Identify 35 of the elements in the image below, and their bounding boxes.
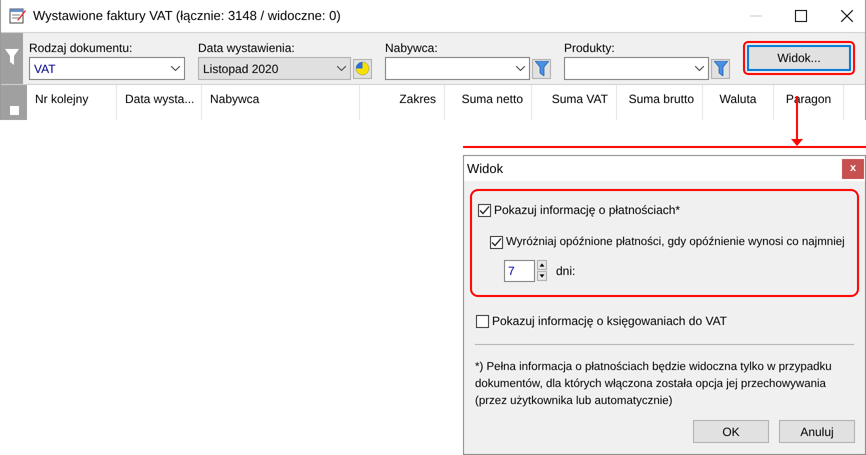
cancel-button[interactable]: Anuluj <box>779 420 855 443</box>
checkbox-label[interactable]: Wyróżniaj opóźnione płatności, gdy opóźnienie wynosi co najmniej <box>506 234 845 252</box>
filter-label: Produkty: <box>564 41 616 55</box>
window-title: Wystawione faktury VAT (łącznie: 3148 / widoczne: 0) <box>33 7 341 26</box>
close-button[interactable]: x <box>842 158 864 178</box>
footnote-text: *) Pełna informacja o płatnościach będzie widoczna tylko w przypadku dokumentów, dla których włączona została opcja jej przechowywania (przez użytkownika lub automatycznie) <box>475 360 833 409</box>
days-label: dni: <box>556 263 576 280</box>
dropdown[interactable]: VAT <box>29 57 185 80</box>
checkbox[interactable] <box>490 236 503 250</box>
filter-label: Rodzaj dokumentu: <box>29 41 134 55</box>
filter-label: Nabywca: <box>385 41 439 55</box>
checkbox[interactable] <box>478 204 491 216</box>
ok-button[interactable]: OK <box>693 420 769 443</box>
view-button[interactable]: Widok... <box>747 45 851 71</box>
maximize-icon[interactable] <box>795 10 807 22</box>
pie-chart-button[interactable] <box>353 58 372 78</box>
caret-icon[interactable] <box>171 66 180 71</box>
days-input[interactable]: 7 <box>504 260 535 282</box>
caret-icon[interactable] <box>516 66 525 71</box>
filter-strip[interactable] <box>1 33 23 84</box>
spinner-arrows[interactable] <box>537 260 547 282</box>
dropdown[interactable] <box>564 57 709 80</box>
checkbox[interactable] <box>476 314 489 328</box>
filter-icon <box>5 49 19 65</box>
close-icon[interactable] <box>841 10 853 22</box>
filter-button[interactable] <box>711 58 730 78</box>
notepad-icon <box>9 7 27 25</box>
caret-icon[interactable] <box>695 66 704 71</box>
checkbox-label[interactable]: Pokazuj informację o płatnościach* <box>494 201 680 219</box>
select-all-checkbox[interactable] <box>10 106 18 115</box>
checkbox-label[interactable]: Pokazuj informację o księgowaniach do VAT <box>492 312 728 330</box>
filter-button[interactable] <box>532 58 551 78</box>
dropdown[interactable] <box>385 57 530 80</box>
dialog-title: Widok <box>467 160 504 178</box>
filter-label: Data wystawienia: <box>198 41 296 55</box>
